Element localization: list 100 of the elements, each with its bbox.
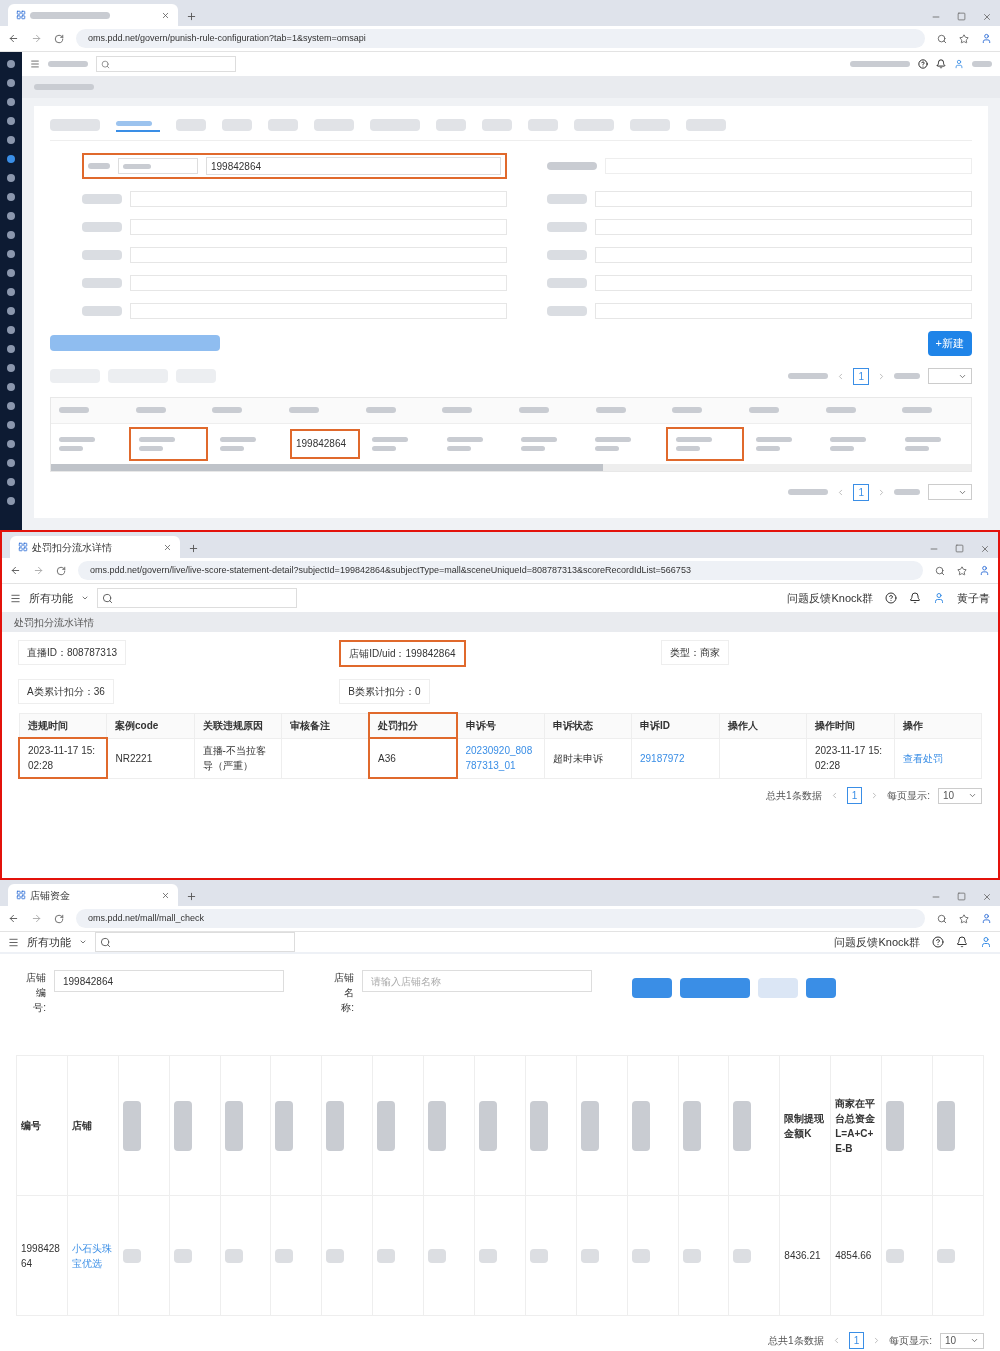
nav-icon[interactable] (7, 440, 15, 448)
new-tab-icon[interactable] (186, 11, 197, 22)
nav-icon[interactable] (7, 269, 15, 277)
forward-icon[interactable] (31, 33, 42, 44)
forward-icon[interactable] (31, 913, 42, 924)
page-size-select[interactable]: 10 (940, 1332, 984, 1349)
menu-icon[interactable] (8, 936, 19, 948)
input-field[interactable] (130, 247, 507, 263)
close-icon[interactable] (163, 542, 172, 552)
nav-icon[interactable] (7, 193, 15, 201)
input-field[interactable]: 199842864 (206, 157, 501, 175)
nav-icon[interactable] (7, 421, 15, 429)
avatar-icon[interactable] (933, 592, 945, 604)
help-icon[interactable] (885, 592, 897, 604)
page-number[interactable]: 1 (846, 787, 863, 804)
scrollbar[interactable] (51, 463, 971, 471)
search-field[interactable] (95, 932, 295, 952)
input-field[interactable] (595, 219, 972, 235)
input-field[interactable] (130, 219, 507, 235)
close-icon[interactable] (982, 12, 992, 22)
create-button[interactable]: +新建 (927, 331, 972, 356)
page-number[interactable]: 1 (853, 367, 869, 385)
profile-icon[interactable] (979, 565, 990, 576)
all-functions-menu[interactable]: 所有功能 (27, 933, 71, 951)
nav-icon[interactable] (7, 136, 15, 144)
reload-icon[interactable] (56, 565, 66, 576)
nav-icon[interactable] (7, 79, 15, 87)
back-icon[interactable] (10, 565, 21, 576)
search-icon[interactable] (935, 565, 945, 576)
input-field[interactable] (595, 191, 972, 207)
bell-icon[interactable] (956, 936, 968, 948)
nav-icon[interactable] (7, 155, 15, 163)
search-icon[interactable] (937, 913, 947, 924)
nav-icon[interactable] (7, 364, 15, 372)
profile-icon[interactable] (981, 913, 992, 924)
avatar-icon[interactable] (980, 936, 992, 948)
maximize-icon[interactable] (957, 12, 966, 21)
bell-icon[interactable] (909, 592, 921, 604)
address-bar[interactable]: oms.pdd.net/govern/punish-rule-configuration?tab=1&system=omsapi (76, 29, 925, 48)
nav-icon[interactable] (7, 497, 15, 505)
avatar-icon[interactable] (954, 59, 964, 69)
feedback-link[interactable]: 问题反馈Knock群 (834, 933, 920, 951)
star-icon[interactable] (959, 913, 969, 924)
tab[interactable] (116, 118, 160, 132)
search-field[interactable] (96, 56, 236, 72)
table-cell[interactable]: 29187972 (631, 738, 719, 778)
filter-input[interactable]: 199842864 (54, 970, 284, 992)
input-field[interactable] (130, 275, 507, 291)
browser-tab[interactable]: 处罚扣分流水详情 (10, 536, 180, 558)
scrollbar-thumb[interactable] (51, 463, 603, 471)
input-field[interactable] (595, 275, 972, 291)
close-icon[interactable] (161, 890, 170, 900)
nav-icon[interactable] (7, 250, 15, 258)
new-tab-icon[interactable] (188, 543, 199, 554)
address-bar[interactable]: oms.pdd.net/govern/live/live-score-statement-detail?subjectId=199842864&subjectType=mall&sceneUniqueId=808787313&scoreRecordIdList=566753 (78, 561, 923, 580)
help-icon[interactable] (932, 936, 944, 948)
profile-icon[interactable] (981, 33, 992, 44)
input-field[interactable] (130, 191, 507, 207)
nav-icon[interactable] (7, 117, 15, 125)
feedback-link[interactable]: 问题反馈Knock群 (787, 589, 873, 607)
browser-tab[interactable]: 店铺资金 (8, 884, 178, 906)
close-icon[interactable] (161, 10, 170, 20)
nav-icon[interactable] (7, 383, 15, 391)
bell-icon[interactable] (936, 59, 946, 69)
table-cell[interactable]: 小石头珠宝优选 (67, 1195, 119, 1316)
select-field[interactable] (118, 158, 198, 174)
new-tab-icon[interactable] (186, 891, 197, 902)
maximize-icon[interactable] (957, 892, 966, 901)
input-field[interactable] (595, 303, 972, 319)
nav-icon[interactable] (7, 60, 15, 68)
input-field[interactable] (595, 247, 972, 263)
nav-icon[interactable] (7, 174, 15, 182)
nav-icon[interactable] (7, 345, 15, 353)
back-icon[interactable] (8, 913, 19, 924)
page-number[interactable]: 1 (848, 1332, 865, 1349)
close-icon[interactable] (980, 544, 990, 554)
all-functions-menu[interactable]: 所有功能 (29, 589, 73, 607)
maximize-icon[interactable] (955, 544, 964, 553)
table-cell[interactable]: 20230920_808787313_01 (456, 738, 544, 778)
star-icon[interactable] (959, 33, 969, 44)
nav-icon[interactable] (7, 212, 15, 220)
nav-icon[interactable] (7, 459, 15, 467)
close-icon[interactable] (982, 892, 992, 902)
filter-input[interactable]: 请输入店铺名称 (362, 970, 592, 992)
page-size-select[interactable]: 10 (938, 787, 982, 804)
forward-icon[interactable] (33, 565, 44, 576)
nav-icon[interactable] (7, 402, 15, 410)
reload-icon[interactable] (54, 913, 64, 924)
nav-icon[interactable] (7, 326, 15, 334)
nav-icon[interactable] (7, 231, 15, 239)
nav-icon[interactable] (7, 478, 15, 486)
reload-icon[interactable] (54, 33, 64, 44)
search-icon[interactable] (937, 33, 947, 44)
mall-id-filter[interactable]: 199842864 (82, 153, 507, 179)
menu-icon[interactable] (10, 592, 21, 604)
nav-icon[interactable] (7, 98, 15, 106)
help-icon[interactable] (918, 59, 928, 69)
page-number[interactable]: 1 (853, 483, 869, 501)
nav-icon[interactable] (7, 288, 15, 296)
back-icon[interactable] (8, 33, 19, 44)
